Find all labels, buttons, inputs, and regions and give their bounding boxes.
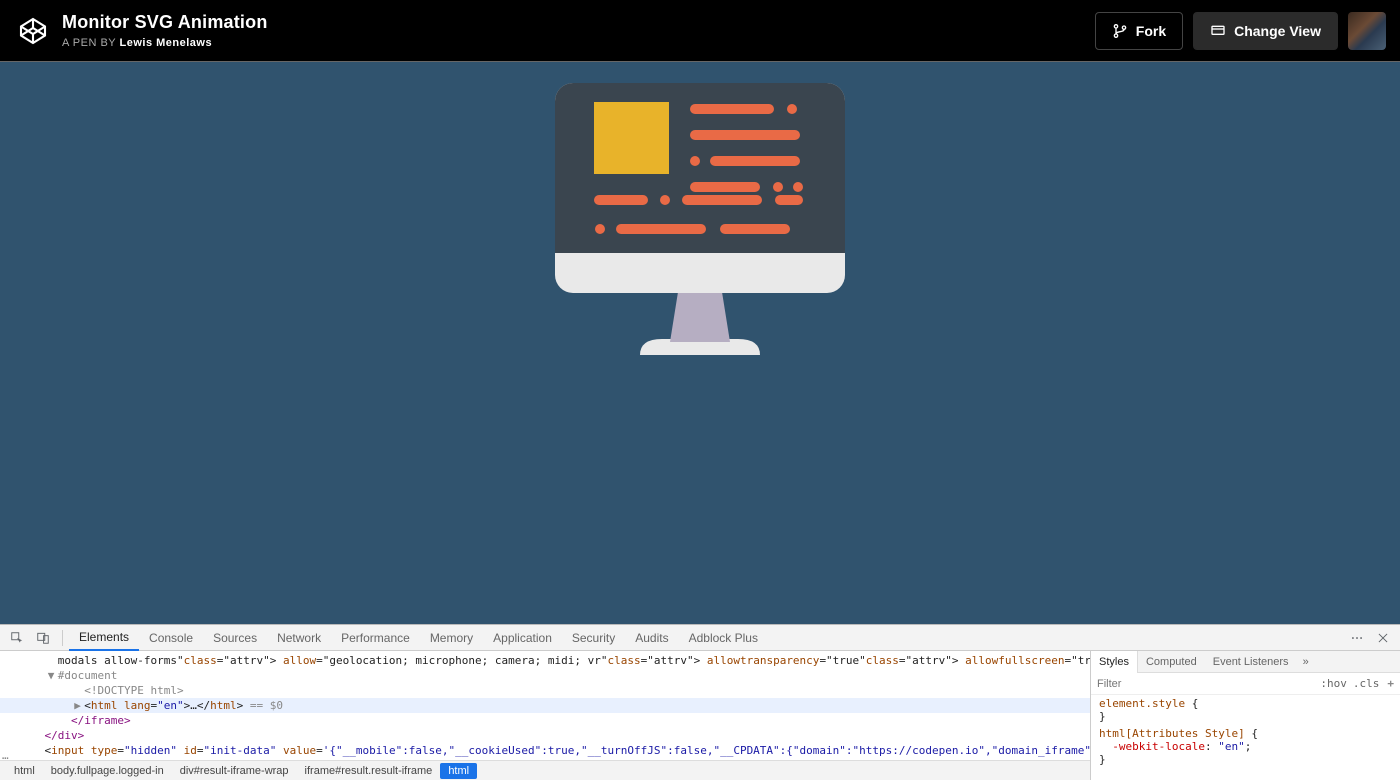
rule-prop: -webkit-locale [1112, 740, 1205, 753]
breadcrumb-item[interactable]: div#result-iframe-wrap [172, 763, 297, 779]
devtools-tab-adblock-plus[interactable]: Adblock Plus [679, 625, 768, 651]
inspect-icon[interactable] [6, 627, 28, 649]
breadcrumb-item[interactable]: html [6, 763, 43, 779]
result-pane-wrap [0, 61, 1400, 624]
monitor-illustration [550, 80, 850, 370]
devtools-panel: ElementsConsoleSourcesNetworkPerformance… [0, 624, 1400, 780]
codepen-header: Monitor SVG Animation A PEN BY Lewis Men… [0, 0, 1400, 61]
styles-tab-events[interactable]: Event Listeners [1205, 651, 1297, 673]
dom-line[interactable]: <!DOCTYPE html> [0, 683, 1090, 698]
device-toolbar-icon[interactable] [32, 627, 54, 649]
devtools-tab-application[interactable]: Application [483, 625, 562, 651]
fork-label: Fork [1136, 23, 1166, 39]
devtools-menu-icon[interactable] [1346, 627, 1368, 649]
change-view-label: Change View [1234, 23, 1321, 39]
elements-breadcrumb[interactable]: htmlbody.fullpage.logged-indiv#result-if… [0, 760, 1090, 780]
rule-selector: element.style [1099, 697, 1185, 710]
pen-byline: A PEN BY Lewis Menelaws [62, 37, 268, 49]
cls-toggle[interactable]: .cls [1353, 677, 1380, 690]
elements-dom-tree[interactable]: modals allow-forms"class="attrv"> allow=… [0, 651, 1090, 780]
dom-line[interactable]: modals allow-forms"class="attrv"> allow=… [0, 653, 1090, 668]
devtools-tab-performance[interactable]: Performance [331, 625, 420, 651]
rule-val: "en" [1218, 740, 1245, 753]
change-view-icon [1210, 23, 1226, 39]
dom-line[interactable]: </div> [0, 728, 1090, 743]
devtools-tab-elements[interactable]: Elements [69, 625, 139, 651]
devtools-tab-security[interactable]: Security [562, 625, 625, 651]
dom-line[interactable]: </iframe> [0, 713, 1090, 728]
new-style-rule-icon[interactable]: + [1387, 677, 1394, 690]
devtools-tab-console[interactable]: Console [139, 625, 203, 651]
styles-filter-input[interactable] [1097, 678, 1157, 690]
devtools-body: modals allow-forms"class="attrv"> allow=… [0, 651, 1400, 780]
codepen-logo-icon [16, 14, 50, 48]
styles-filter-bar: :hov .cls + [1091, 673, 1400, 695]
pen-author[interactable]: Lewis Menelaws [120, 37, 213, 49]
breadcrumb-item[interactable]: html [440, 763, 477, 779]
devtools-close-icon[interactable] [1372, 627, 1394, 649]
devtools-tab-row: ElementsConsoleSourcesNetworkPerformance… [69, 625, 768, 651]
styles-tab-computed[interactable]: Computed [1138, 651, 1205, 673]
styles-tabs: Styles Computed Event Listeners » [1091, 651, 1400, 673]
fork-icon [1112, 23, 1128, 39]
change-view-button[interactable]: Change View [1193, 12, 1338, 50]
devtools-tab-network[interactable]: Network [267, 625, 331, 651]
dom-line[interactable]: ▶<html lang="en">…</html> == $0 [0, 698, 1090, 713]
byline-prefix: A PEN BY [62, 37, 120, 49]
styles-tabs-more-icon[interactable]: » [1297, 656, 1315, 668]
avatar[interactable] [1348, 12, 1386, 50]
dom-line[interactable]: ▼#document [0, 668, 1090, 683]
pen-title-block: Monitor SVG Animation A PEN BY Lewis Men… [62, 12, 268, 49]
breadcrumb-item[interactable]: body.fullpage.logged-in [43, 763, 172, 779]
styles-tab-styles[interactable]: Styles [1091, 651, 1138, 673]
hov-toggle[interactable]: :hov [1320, 677, 1347, 690]
dom-line[interactable]: <input type="hidden" id="init-data" valu… [0, 743, 1090, 758]
pen-title: Monitor SVG Animation [62, 12, 268, 33]
styles-rules[interactable]: element.style { } html[Attributes Style]… [1091, 695, 1400, 768]
styles-panel: Styles Computed Event Listeners » :hov .… [1090, 651, 1400, 780]
result-pane [0, 62, 1400, 624]
devtools-tabs: ElementsConsoleSourcesNetworkPerformance… [0, 625, 1400, 651]
devtools-tab-sources[interactable]: Sources [203, 625, 267, 651]
fork-button[interactable]: Fork [1095, 12, 1183, 50]
breadcrumb-item[interactable]: iframe#result.result-iframe [297, 763, 441, 779]
devtools-tab-audits[interactable]: Audits [625, 625, 678, 651]
rule-selector: html[Attributes Style] [1099, 727, 1245, 740]
devtools-tab-memory[interactable]: Memory [420, 625, 483, 651]
